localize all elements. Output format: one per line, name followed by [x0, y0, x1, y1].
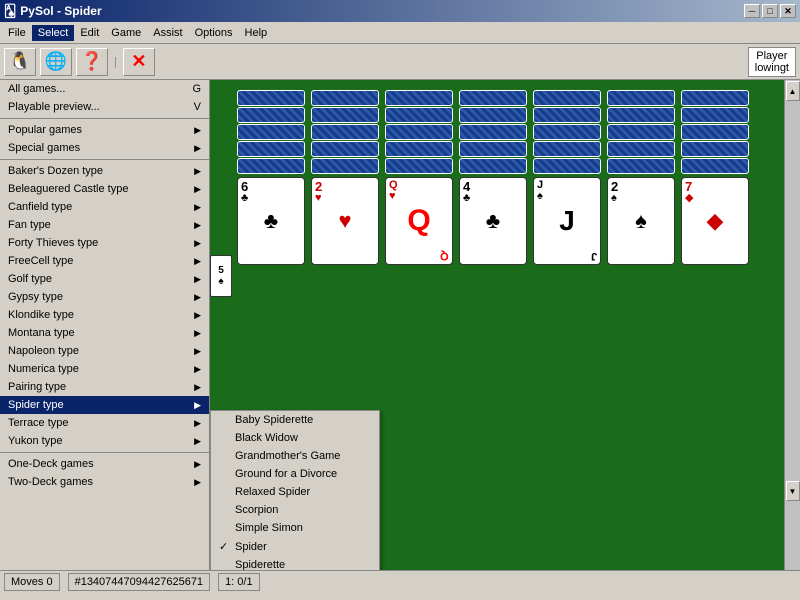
card-2hearts[interactable]: 2 ♥ ♥ [311, 177, 379, 265]
menu-canfield[interactable]: Canfield type▶ [0, 198, 209, 216]
card-4clubs[interactable]: 4 ♣ ♣ [459, 177, 527, 265]
help-button[interactable]: ❓ [76, 48, 108, 76]
submenu-black-widow[interactable]: Black Widow [211, 429, 379, 447]
menu-game[interactable]: Game [105, 25, 147, 41]
player-info: Player lowingt [748, 47, 796, 77]
game-area: 5 ♠ All games...G Playable preview...V P… [0, 80, 800, 570]
col-7: 7 ◆ ◆ [681, 90, 749, 265]
menu-assist[interactable]: Assist [147, 25, 188, 41]
menu-two-deck[interactable]: Two-Deck games▶ [0, 473, 209, 491]
menu-numerica[interactable]: Numerica type▶ [0, 360, 209, 378]
col-6: 2 ♠ ♠ [607, 90, 675, 265]
toolbar: 🐧 🌐 ❓ | ✕ Player lowingt [0, 44, 800, 80]
col-2: 2 ♥ ♥ [311, 90, 379, 265]
submenu-ground-for-divorce[interactable]: Ground for a Divorce [211, 465, 379, 483]
submenu-scorpion[interactable]: Scorpion [211, 501, 379, 519]
card-jspades[interactable]: J ♠ J J [533, 177, 601, 265]
side-card-marker: 5 ♠ [210, 255, 232, 297]
side-card-suit: ♠ [218, 276, 223, 287]
scrollbar[interactable]: ▲ ▼ [784, 80, 800, 570]
status-bar: Moves 0 #13407447094427625671 1: 0/1 [0, 570, 800, 592]
side-card-rank: 5 [218, 265, 224, 276]
menu-one-deck[interactable]: One-Deck games▶ [0, 455, 209, 473]
menu-yukon[interactable]: Yukon type▶ [0, 432, 209, 450]
menu-gypsy[interactable]: Gypsy type▶ [0, 288, 209, 306]
window-title: PySol - Spider [20, 4, 101, 18]
globe-button[interactable]: 🌐 [40, 48, 72, 76]
minimize-button[interactable]: ─ [744, 4, 760, 18]
menu-select[interactable]: Select [32, 25, 75, 41]
menu-all-games[interactable]: All games...G [0, 80, 209, 98]
col-3: Q ♥ Q Q [385, 90, 453, 265]
fraction-status: 1: 0/1 [218, 573, 260, 591]
menu-pairing[interactable]: Pairing type▶ [0, 378, 209, 396]
submenu-relaxed-spider[interactable]: Relaxed Spider [211, 483, 379, 501]
menu-bakers-dozen[interactable]: Baker's Dozen type▶ [0, 162, 209, 180]
menu-playable-preview[interactable]: Playable preview...V [0, 98, 209, 116]
player-label: Player [755, 50, 789, 62]
card-qhearts[interactable]: Q ♥ Q Q [385, 177, 453, 265]
menu-terrace[interactable]: Terrace type▶ [0, 414, 209, 432]
submenu-baby-spiderette[interactable]: Baby Spiderette [211, 411, 379, 429]
player-name: lowingt [755, 62, 789, 74]
submenu-grandmothers-game[interactable]: Grandmother's Game [211, 447, 379, 465]
card-6clubs[interactable]: 6 ♣ ♣ [237, 177, 305, 265]
submenu-spider[interactable]: ✓ Spider [211, 537, 379, 556]
menu-golf[interactable]: Golf type▶ [0, 270, 209, 288]
menu-napoleon[interactable]: Napoleon type▶ [0, 342, 209, 360]
card-2spades[interactable]: 2 ♠ ♠ [607, 177, 675, 265]
maximize-button[interactable]: □ [762, 4, 778, 18]
menu-special-games[interactable]: Special games▶ [0, 139, 209, 157]
menu-edit[interactable]: Edit [74, 25, 105, 41]
title-bar: 🂡 PySol - Spider ─ □ ✕ [0, 0, 800, 22]
moves-status: Moves 0 [4, 573, 60, 591]
card-7diamonds[interactable]: 7 ◆ ◆ [681, 177, 749, 265]
menu-montana[interactable]: Montana type▶ [0, 324, 209, 342]
menu-popular-games[interactable]: Popular games▶ [0, 121, 209, 139]
game-menu: All games...G Playable preview...V Popul… [0, 80, 210, 570]
menu-file[interactable]: File [2, 25, 32, 41]
menu-fan[interactable]: Fan type▶ [0, 216, 209, 234]
top-card-row: 6 ♣ ♣ 2 ♥ ♥ [237, 90, 749, 265]
exit-button[interactable]: ✕ [123, 48, 155, 76]
submenu-spiderette[interactable]: Spiderette [211, 556, 379, 570]
col-5: J ♠ J J [533, 90, 601, 265]
menu-spider-type[interactable]: Spider type▶ [0, 396, 209, 414]
menu-options[interactable]: Options [189, 25, 239, 41]
col-1: 6 ♣ ♣ [237, 90, 305, 265]
window-icon: 🂡 [4, 4, 16, 18]
col-4: 4 ♣ ♣ [459, 90, 527, 265]
menu-forty-thieves[interactable]: Forty Thieves type▶ [0, 234, 209, 252]
menu-bar: File Select Edit Game Assist Options Hel… [0, 22, 800, 44]
menu-beleaguered[interactable]: Beleaguered Castle type▶ [0, 180, 209, 198]
menu-help[interactable]: Help [239, 25, 274, 41]
menu-klondike[interactable]: Klondike type▶ [0, 306, 209, 324]
close-button[interactable]: ✕ [780, 4, 796, 18]
spider-submenu: Baby Spiderette Black Widow Grandmother'… [210, 410, 380, 570]
hash-status: #13407447094427625671 [68, 573, 210, 591]
linux-button[interactable]: 🐧 [4, 48, 36, 76]
menu-freecell[interactable]: FreeCell type▶ [0, 252, 209, 270]
submenu-simple-simon[interactable]: Simple Simon [211, 519, 379, 537]
